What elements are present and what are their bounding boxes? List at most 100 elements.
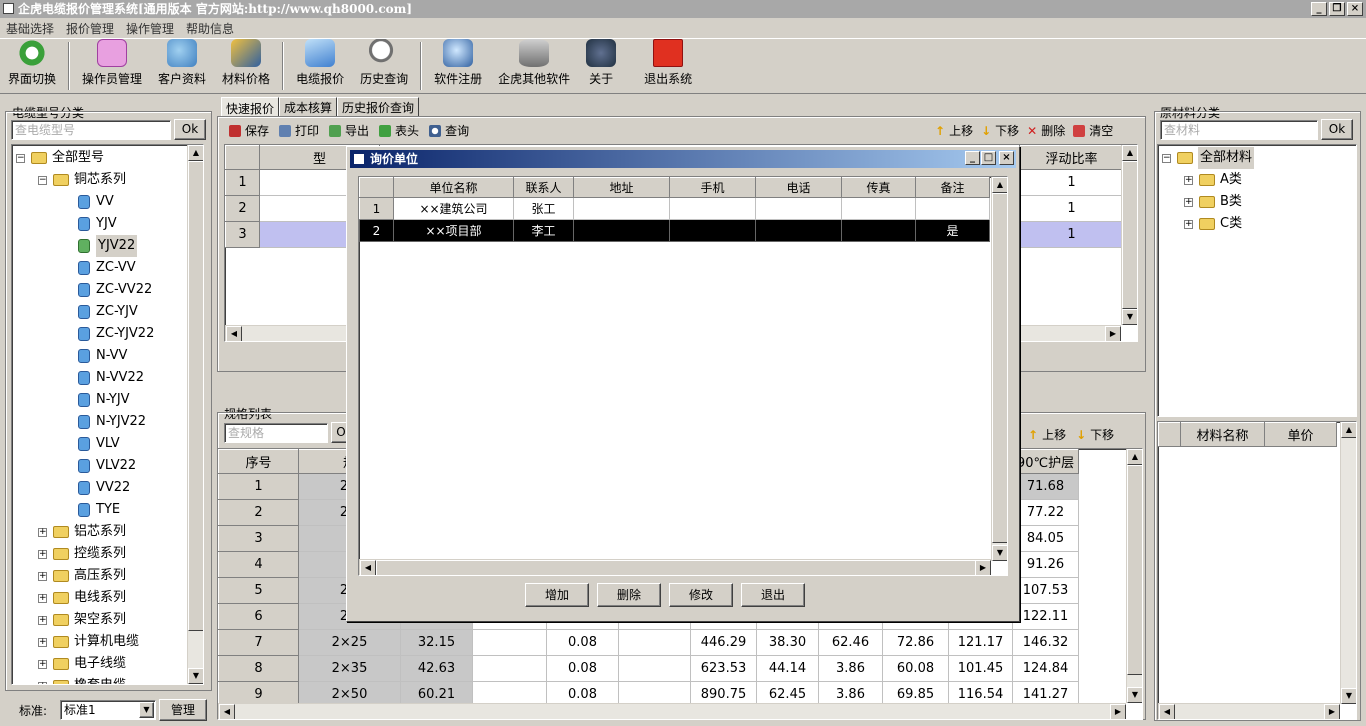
- tree-leaf-model[interactable]: YJV22: [78, 235, 138, 257]
- move-up-button[interactable]: ↑ 上移: [935, 122, 973, 139]
- tree-leaf-model[interactable]: YJV: [78, 213, 117, 235]
- inquiry-grid-vscroll[interactable]: ▲ ▼: [991, 177, 1007, 561]
- toolbar-customer[interactable]: 客户资料: [150, 39, 214, 91]
- material-grid-hscroll[interactable]: ◀ ▶: [1158, 703, 1340, 719]
- tree-node-copper[interactable]: − 铜芯系列: [38, 169, 126, 191]
- save-button[interactable]: 保存: [229, 122, 269, 139]
- delete-button[interactable]: 删除: [597, 583, 661, 607]
- quote-grid-vscroll[interactable]: ▲ ▼: [1121, 145, 1137, 325]
- add-button[interactable]: 增加: [525, 583, 589, 607]
- exit-button[interactable]: 退出: [741, 583, 805, 607]
- expand-icon[interactable]: +: [38, 593, 47, 603]
- toolbar-other-software[interactable]: 企虎其他软件: [490, 39, 578, 91]
- tree-leaf-model[interactable]: ZC-YJV: [78, 301, 138, 323]
- toolbar-exit[interactable]: 退出系统: [624, 39, 712, 91]
- scroll-thumb[interactable]: [1122, 161, 1137, 309]
- table-row[interactable]: 7 2×25 32.15 0.08 446.29 38.30 62.46 72.86 121.1…: [218, 629, 1079, 656]
- scroll-up-icon[interactable]: ▲: [1127, 449, 1142, 465]
- dialog-minimize-button[interactable]: _: [965, 151, 980, 165]
- clear-button[interactable]: 清空: [1073, 122, 1113, 139]
- standard-select[interactable]: 标准1 ▼: [60, 700, 156, 720]
- tab-history[interactable]: 历史报价查询: [337, 97, 420, 118]
- scroll-down-icon[interactable]: ▼: [1341, 688, 1356, 704]
- scroll-thumb[interactable]: [992, 193, 1007, 543]
- expand-icon[interactable]: +: [38, 615, 47, 625]
- toolbar-operator[interactable]: 操作员管理: [74, 39, 150, 91]
- scroll-up-icon[interactable]: ▲: [1341, 422, 1356, 438]
- scroll-left-icon[interactable]: ◀: [360, 560, 376, 575]
- scroll-right-icon[interactable]: ▶: [1110, 704, 1126, 719]
- menu-basic[interactable]: 基础选择: [6, 20, 54, 37]
- scroll-thumb[interactable]: [188, 161, 203, 631]
- toolbar-register[interactable]: 软件注册: [426, 39, 490, 91]
- scroll-thumb[interactable]: [1127, 465, 1142, 675]
- tree-node-series[interactable]: + 铝芯系列: [38, 521, 126, 543]
- standard-manage-button[interactable]: 管理: [159, 699, 207, 721]
- scroll-left-icon[interactable]: ◀: [1159, 704, 1175, 719]
- scroll-up-icon[interactable]: ▲: [188, 145, 203, 161]
- query-button[interactable]: 查询: [429, 122, 469, 139]
- menu-operation[interactable]: 操作管理: [126, 20, 174, 37]
- dialog-title-bar[interactable]: 询价单位 _ □ ×: [350, 150, 1016, 168]
- tree-leaf-model[interactable]: TYE: [78, 499, 120, 521]
- header-button[interactable]: 表头: [379, 122, 419, 139]
- spec-grid-vscroll[interactable]: ▲ ▼: [1126, 449, 1142, 703]
- delete-button[interactable]: ✕ 删除: [1027, 122, 1065, 139]
- toolbar-material[interactable]: 材料价格: [214, 39, 278, 91]
- collapse-icon[interactable]: −: [38, 175, 47, 185]
- expand-icon[interactable]: +: [1184, 197, 1193, 207]
- menu-help[interactable]: 帮助信息: [186, 20, 234, 37]
- scroll-up-icon[interactable]: ▲: [1122, 145, 1137, 161]
- chevron-down-icon[interactable]: ▼: [139, 702, 154, 718]
- tab-cost[interactable]: 成本核算: [279, 97, 338, 118]
- material-tree-item[interactable]: + C类: [1184, 213, 1242, 235]
- model-tree-root[interactable]: − 全部型号: [16, 147, 104, 169]
- tree-node-series[interactable]: + 高压系列: [38, 565, 126, 587]
- scroll-right-icon[interactable]: ▶: [1105, 326, 1121, 341]
- expand-icon[interactable]: +: [38, 527, 47, 537]
- tree-leaf-model[interactable]: N-YJV22: [78, 411, 146, 433]
- tree-node-series[interactable]: +橡套电缆: [38, 675, 126, 684]
- move-down-button[interactable]: ↓ 下移: [981, 122, 1019, 139]
- expand-icon[interactable]: +: [38, 549, 47, 559]
- tree-node-series[interactable]: + 计算机电缆: [38, 631, 139, 653]
- spec-move-up-button[interactable]: ↑ 上移: [1028, 426, 1066, 443]
- toolbar-cable-quote[interactable]: 电缆报价: [288, 39, 352, 91]
- spec-grid-hscroll[interactable]: ◀ ▶: [218, 703, 1126, 719]
- toolbar-switch-ui[interactable]: 界面切换: [0, 39, 64, 91]
- inquiry-grid-hscroll[interactable]: ◀ ▶: [359, 559, 991, 575]
- tree-leaf-model[interactable]: ZC-VV: [78, 257, 136, 279]
- tree-node-series[interactable]: + 电线系列: [38, 587, 126, 609]
- spec-search-input[interactable]: 查规格: [224, 423, 328, 443]
- toolbar-about[interactable]: 关于: [578, 39, 624, 91]
- material-tree-item[interactable]: + A类: [1184, 169, 1242, 191]
- scroll-right-icon[interactable]: ▶: [1324, 704, 1340, 719]
- scroll-thumb[interactable]: [376, 560, 976, 575]
- scroll-down-icon[interactable]: ▼: [1122, 309, 1137, 325]
- dialog-maximize-button[interactable]: □: [981, 151, 996, 165]
- material-tree-root[interactable]: − 全部材料: [1162, 147, 1255, 169]
- tree-node-series[interactable]: + 控缆系列: [38, 543, 126, 565]
- expand-icon[interactable]: +: [38, 681, 47, 684]
- tree-leaf-model[interactable]: ZC-VV22: [78, 279, 152, 301]
- spec-move-down-button[interactable]: ↓ 下移: [1076, 426, 1114, 443]
- close-button[interactable]: ×: [1347, 2, 1363, 16]
- material-tree-item[interactable]: + B类: [1184, 191, 1242, 213]
- table-row[interactable]: 8 2×35 42.63 0.08 623.53 44.14 3.86 60.08 101.45…: [218, 655, 1079, 682]
- model-tree-scrollbar[interactable]: ▲ ▼: [187, 145, 203, 684]
- collapse-icon[interactable]: −: [16, 153, 25, 163]
- tab-quick-quote[interactable]: 快速报价: [221, 97, 280, 118]
- tree-leaf-model[interactable]: ZC-YJV22: [78, 323, 154, 345]
- expand-icon[interactable]: +: [1184, 175, 1193, 185]
- material-grid-vscroll[interactable]: ▲ ▼: [1340, 422, 1356, 704]
- scroll-right-icon[interactable]: ▶: [975, 560, 991, 575]
- material-search-ok-button[interactable]: Ok: [1321, 119, 1353, 140]
- tree-leaf-model[interactable]: N-VV: [78, 345, 127, 367]
- export-button[interactable]: 导出: [329, 122, 369, 139]
- tree-leaf-model[interactable]: N-YJV: [78, 389, 130, 411]
- menu-quote[interactable]: 报价管理: [66, 20, 114, 37]
- scroll-left-icon[interactable]: ◀: [226, 326, 242, 341]
- collapse-icon[interactable]: −: [1162, 153, 1171, 163]
- toolbar-history[interactable]: 历史查询: [352, 39, 416, 91]
- tree-leaf-model[interactable]: VV22: [78, 477, 130, 499]
